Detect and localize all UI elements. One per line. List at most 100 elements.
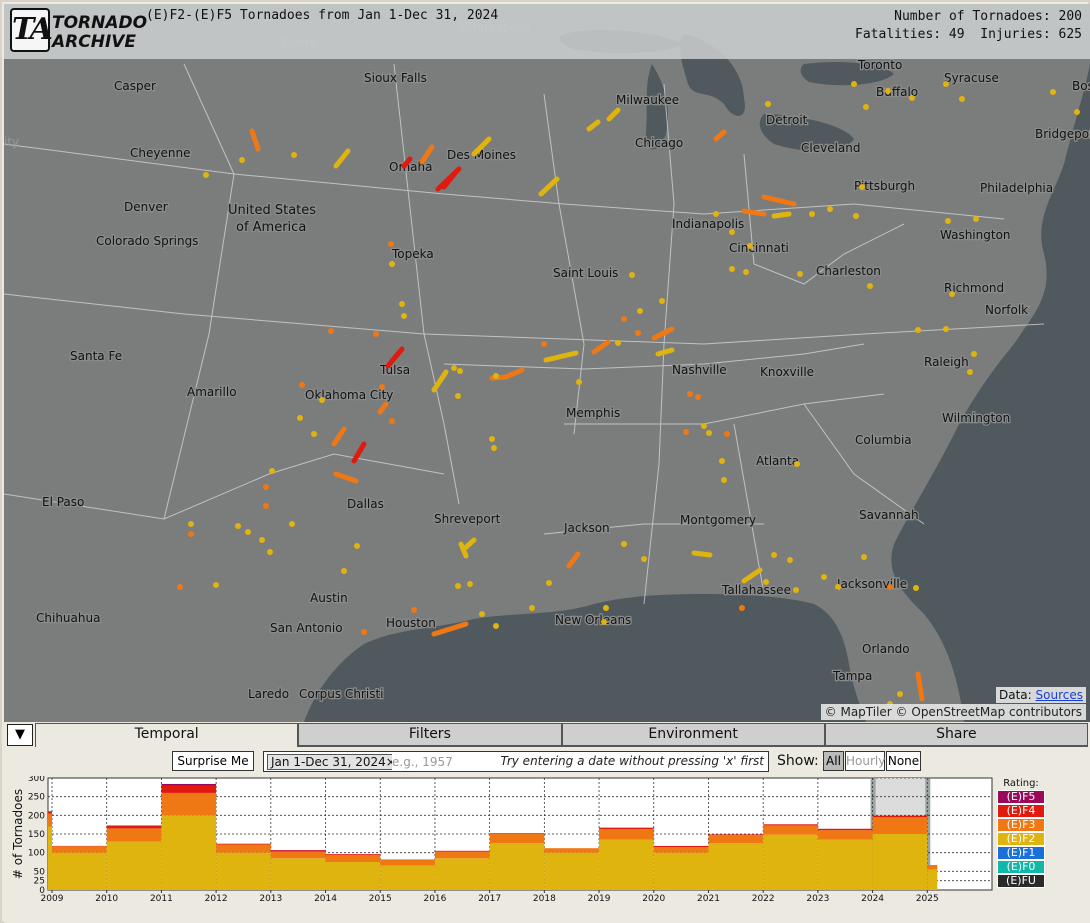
tornado-touchdown[interactable] bbox=[765, 101, 771, 107]
histogram-bar-segment[interactable] bbox=[544, 848, 600, 853]
tornado-track[interactable] bbox=[771, 211, 792, 219]
tornado-touchdown[interactable] bbox=[455, 583, 461, 589]
histogram-bar-segment[interactable] bbox=[653, 847, 709, 853]
histogram-bar-segment[interactable] bbox=[489, 833, 545, 834]
histogram-bar-segment[interactable] bbox=[817, 839, 873, 890]
tornado-touchdown[interactable] bbox=[388, 241, 394, 247]
tornado-touchdown[interactable] bbox=[909, 95, 915, 101]
legend-item[interactable]: (E)F0 bbox=[997, 860, 1045, 874]
tornado-touchdown[interactable] bbox=[971, 351, 977, 357]
tornado-touchdown[interactable] bbox=[213, 582, 219, 588]
tornado-touchdown[interactable] bbox=[546, 580, 552, 586]
tornado-touchdown[interactable] bbox=[291, 152, 297, 158]
tornado-touchdown[interactable] bbox=[188, 521, 194, 527]
tornado-touchdown[interactable] bbox=[373, 331, 379, 337]
histogram-bar-segment[interactable] bbox=[927, 869, 938, 890]
tornado-touchdown[interactable] bbox=[724, 431, 730, 437]
legend-item[interactable]: (E)F1 bbox=[997, 846, 1045, 860]
histogram-bar-segment[interactable] bbox=[161, 785, 217, 793]
tornado-touchdown[interactable] bbox=[455, 393, 461, 399]
histogram-bar-segment[interactable] bbox=[161, 792, 217, 816]
tornado-touchdown[interactable] bbox=[959, 96, 965, 102]
tornado-touchdown[interactable] bbox=[328, 328, 334, 334]
tornado-touchdown[interactable] bbox=[701, 423, 707, 429]
tornado-touchdown[interactable] bbox=[451, 365, 457, 371]
tornado-touchdown[interactable] bbox=[787, 557, 793, 563]
histogram-bar-segment[interactable] bbox=[106, 841, 162, 890]
tornado-touchdown[interactable] bbox=[739, 605, 745, 611]
tornado-touchdown[interactable] bbox=[859, 184, 865, 190]
histogram-bar-segment[interactable] bbox=[325, 855, 381, 862]
tornado-touchdown[interactable] bbox=[401, 313, 407, 319]
histogram-bar-segment[interactable] bbox=[325, 862, 381, 890]
tornado-touchdown[interactable] bbox=[747, 243, 753, 249]
tornado-touchdown[interactable] bbox=[867, 283, 873, 289]
tornado-touchdown[interactable] bbox=[885, 88, 891, 94]
histogram-bar-segment[interactable] bbox=[434, 858, 490, 890]
histogram-svg[interactable]: 025501001502002503002009 2010 2011 2012 2013… bbox=[4, 774, 994, 923]
histogram-bar-segment[interactable] bbox=[763, 834, 818, 890]
tornado-touchdown[interactable] bbox=[863, 104, 869, 110]
tornado-touchdown[interactable] bbox=[949, 291, 955, 297]
histogram-bar-segment[interactable] bbox=[216, 844, 271, 853]
tornado-touchdown[interactable] bbox=[887, 584, 893, 590]
map-canvas[interactable]: Casper Sioux Falls Milwaukee Toronto Syracus… bbox=[4, 4, 1090, 722]
tab-filters[interactable]: Filters bbox=[298, 723, 562, 747]
tornado-touchdown[interactable] bbox=[797, 271, 803, 277]
histogram-bar-segment[interactable] bbox=[48, 811, 52, 814]
tornado-touchdown[interactable] bbox=[319, 397, 325, 403]
legend-item[interactable]: (E)F2 bbox=[997, 832, 1045, 846]
tornado-touchdown[interactable] bbox=[615, 340, 621, 346]
tornado-track[interactable] bbox=[691, 550, 713, 558]
tornado-touchdown[interactable] bbox=[793, 587, 799, 593]
histogram-bar-segment[interactable] bbox=[817, 828, 873, 831]
histogram-bar-segment[interactable] bbox=[161, 783, 217, 786]
tornado-touchdown[interactable] bbox=[943, 326, 949, 332]
tornado-touchdown[interactable] bbox=[457, 368, 463, 374]
tab-share[interactable]: Share bbox=[824, 723, 1088, 747]
tornado-touchdown[interactable] bbox=[763, 579, 769, 585]
tornado-touchdown[interactable] bbox=[354, 543, 360, 549]
tornado-map[interactable]: Casper Sioux Falls Milwaukee Toronto Syracus… bbox=[4, 4, 1090, 722]
legend-item[interactable]: (E)F5 bbox=[997, 790, 1045, 804]
tornado-touchdown[interactable] bbox=[621, 541, 627, 547]
tornado-touchdown[interactable] bbox=[389, 418, 395, 424]
tornado-touchdown[interactable] bbox=[729, 266, 735, 272]
tornado-touchdown[interactable] bbox=[493, 623, 499, 629]
tornado-touchdown[interactable] bbox=[267, 549, 273, 555]
tornado-touchdown[interactable] bbox=[621, 316, 627, 322]
legend-item[interactable]: (E)F4 bbox=[997, 804, 1045, 818]
tornado-touchdown[interactable] bbox=[695, 394, 701, 400]
histogram-bar-segment[interactable] bbox=[872, 817, 928, 834]
tornado-touchdown[interactable] bbox=[269, 468, 275, 474]
histogram-bar-segment[interactable] bbox=[489, 843, 545, 890]
histogram-bar-segment[interactable] bbox=[872, 815, 928, 818]
histogram-bar-segment[interactable] bbox=[817, 830, 873, 840]
tornado-touchdown[interactable] bbox=[379, 384, 385, 390]
tornado-archive-logo[interactable]: TA TORNADO ARCHIVE bbox=[10, 8, 147, 56]
tornado-touchdown[interactable] bbox=[299, 382, 305, 388]
histogram-bar-segment[interactable] bbox=[325, 854, 381, 856]
tornado-touchdown[interactable] bbox=[641, 556, 647, 562]
tornado-touchdown[interactable] bbox=[235, 523, 241, 529]
tornado-track[interactable] bbox=[741, 208, 767, 217]
tornado-touchdown[interactable] bbox=[601, 619, 607, 625]
histogram-bar-segment[interactable] bbox=[161, 815, 217, 890]
surprise-me-button[interactable]: Surprise Me bbox=[172, 751, 254, 771]
show-none-button[interactable]: None bbox=[886, 751, 921, 771]
tornado-touchdown[interactable] bbox=[493, 373, 499, 379]
histogram-bar-segment[interactable] bbox=[270, 850, 326, 852]
tornado-touchdown[interactable] bbox=[479, 611, 485, 617]
tornado-touchdown[interactable] bbox=[1074, 109, 1080, 115]
date-filter-box[interactable]: Jan 1-Dec 31, 2024× Try entering a date … bbox=[263, 751, 769, 772]
tornado-touchdown[interactable] bbox=[897, 691, 903, 697]
histogram-bar-segment[interactable] bbox=[872, 834, 928, 890]
tornado-touchdown[interactable] bbox=[827, 206, 833, 212]
histogram-bar-segment[interactable] bbox=[763, 825, 818, 835]
collapse-panel-button[interactable]: ▼ bbox=[7, 724, 33, 746]
tornado-touchdown[interactable] bbox=[491, 445, 497, 451]
tornado-touchdown[interactable] bbox=[861, 554, 867, 560]
tornado-touchdown[interactable] bbox=[794, 461, 800, 467]
tornado-touchdown[interactable] bbox=[361, 629, 367, 635]
histogram-bar-segment[interactable] bbox=[653, 852, 709, 890]
